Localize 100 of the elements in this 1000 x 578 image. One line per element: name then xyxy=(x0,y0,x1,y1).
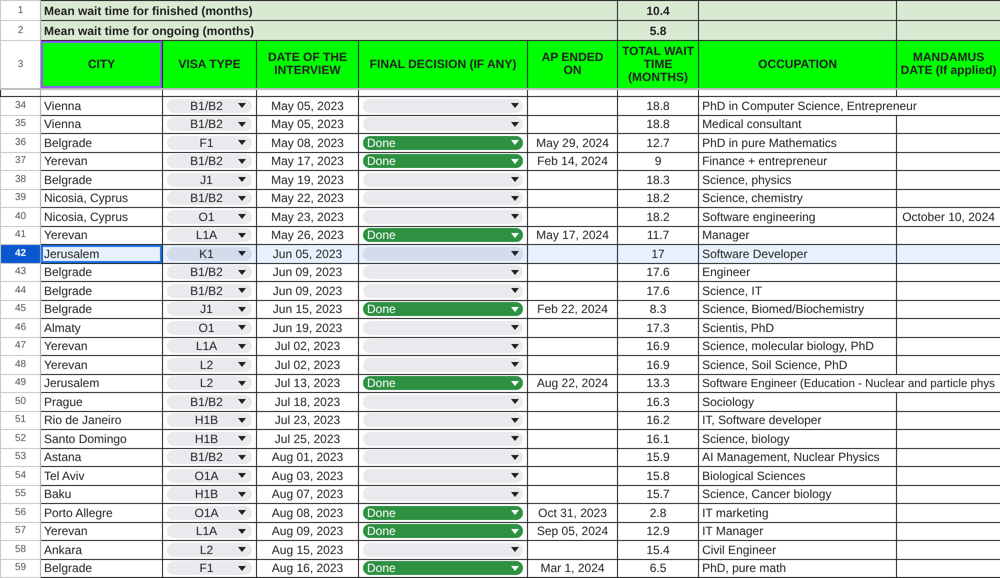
caret-icon xyxy=(238,547,246,552)
visa-type-dropdown[interactable]: B1/B2 xyxy=(167,98,252,113)
row-number[interactable]: 43 xyxy=(0,263,40,282)
visa-type-dropdown[interactable]: L2 xyxy=(167,542,252,557)
row-number[interactable]: 40 xyxy=(0,208,40,226)
table-cell: Civil Engineer xyxy=(702,542,776,557)
table-cell: 16.3 xyxy=(646,394,670,409)
visa-type-dropdown[interactable]: B1/B2 xyxy=(167,191,252,206)
decision-dropdown[interactable] xyxy=(363,413,523,428)
decision-dropdown[interactable] xyxy=(363,394,523,409)
visa-type-dropdown[interactable]: L1A xyxy=(167,339,252,354)
visa-type-dropdown[interactable]: L2 xyxy=(167,376,252,390)
decision-dropdown[interactable]: Done xyxy=(363,561,523,576)
decision-dropdown[interactable] xyxy=(363,450,523,464)
visa-type-dropdown[interactable]: F1 xyxy=(167,136,252,150)
column-header[interactable]: DATE OF THE INTERVIEW xyxy=(256,40,358,88)
table-cell: Sociology xyxy=(702,394,754,409)
decision-dropdown[interactable] xyxy=(363,432,523,446)
visa-type-dropdown[interactable]: B1/B2 xyxy=(167,117,252,132)
decision-dropdown[interactable] xyxy=(363,265,523,280)
visa-type-dropdown[interactable]: J1 xyxy=(167,302,252,316)
decision-dropdown[interactable] xyxy=(363,339,523,354)
visa-type-dropdown[interactable]: B1/B2 xyxy=(167,450,252,464)
row-number[interactable]: 57 xyxy=(0,522,40,540)
decision-dropdown[interactable]: Done xyxy=(363,524,523,538)
row-number[interactable]: 44 xyxy=(0,282,40,300)
decision-dropdown[interactable] xyxy=(363,117,523,132)
visa-type-dropdown[interactable]: K1 xyxy=(167,246,252,261)
row-number[interactable]: 51 xyxy=(0,411,40,430)
column-header[interactable]: OCCUPATION xyxy=(698,40,897,88)
table-cell: May 17, 2023 xyxy=(271,154,344,168)
column-header[interactable]: MANDAMUS DATE (If applied) xyxy=(896,40,1000,88)
table-cell: Software Developer xyxy=(702,246,808,261)
row-number[interactable]: 38 xyxy=(0,170,40,189)
decision-dropdown[interactable] xyxy=(363,210,523,224)
table-cell: 18.2 xyxy=(646,210,670,224)
column-header[interactable]: FINAL DECISION (IF ANY) xyxy=(358,40,528,88)
row-number[interactable]: 49 xyxy=(0,374,40,392)
table-cell: Jul 25, 2023 xyxy=(274,432,340,446)
decision-dropdown[interactable] xyxy=(363,191,523,206)
visa-type-dropdown[interactable]: O1 xyxy=(167,210,252,224)
decision-dropdown[interactable] xyxy=(363,98,523,113)
row-number[interactable]: 2 xyxy=(0,20,40,40)
visa-type-dropdown[interactable]: B1/B2 xyxy=(167,154,252,168)
row-number[interactable]: 46 xyxy=(0,318,40,337)
visa-type-dropdown[interactable]: H1B xyxy=(167,413,252,428)
row-number[interactable]: 35 xyxy=(0,115,40,134)
row-number[interactable]: 34 xyxy=(0,96,40,115)
decision-dropdown[interactable]: Done xyxy=(363,376,523,390)
decision-dropdown[interactable] xyxy=(363,320,523,335)
decision-dropdown[interactable]: Done xyxy=(363,136,523,150)
visa-type-dropdown[interactable]: B1/B2 xyxy=(167,394,252,409)
decision-dropdown[interactable] xyxy=(363,358,523,372)
decision-dropdown[interactable]: Done xyxy=(363,228,523,242)
visa-type-dropdown[interactable]: L2 xyxy=(167,358,252,372)
row-number[interactable]: 54 xyxy=(0,466,40,485)
visa-type-dropdown[interactable]: O1 xyxy=(167,320,252,335)
decision-dropdown[interactable] xyxy=(363,246,523,261)
visa-type-dropdown[interactable]: H1B xyxy=(167,487,252,502)
row-number[interactable]: 58 xyxy=(0,540,40,559)
row-number[interactable]: 53 xyxy=(0,448,40,466)
row-number[interactable]: 48 xyxy=(0,356,40,374)
caret-icon xyxy=(511,362,519,368)
visa-type-dropdown[interactable]: B1/B2 xyxy=(167,265,252,280)
decision-dropdown[interactable]: Done xyxy=(363,154,523,168)
decision-dropdown[interactable]: Done xyxy=(363,302,523,316)
row-number[interactable]: 1 xyxy=(0,0,40,20)
row-number[interactable]: 36 xyxy=(0,134,40,152)
decision-dropdown[interactable] xyxy=(363,487,523,502)
visa-type-dropdown[interactable]: J1 xyxy=(167,172,252,187)
column-header[interactable]: CITY xyxy=(40,40,162,88)
row-number[interactable]: 50 xyxy=(0,392,40,411)
row-number[interactable]: 45 xyxy=(0,300,40,318)
decision-dropdown[interactable]: Done xyxy=(363,506,523,520)
row-number[interactable]: 59 xyxy=(0,559,40,578)
row-number[interactable]: 42 xyxy=(0,244,40,263)
row-number[interactable]: 47 xyxy=(0,337,40,356)
visa-type-dropdown[interactable]: F1 xyxy=(167,561,252,576)
visa-type-dropdown[interactable]: O1A xyxy=(167,506,252,520)
table-cell: Rio de Janeiro xyxy=(44,413,122,428)
row-number[interactable]: 39 xyxy=(0,189,40,208)
column-header[interactable]: AP ENDED ON xyxy=(528,40,618,88)
row-number[interactable]: 55 xyxy=(0,485,40,504)
visa-type-dropdown[interactable]: L1A xyxy=(167,228,252,242)
row-number[interactable]: 37 xyxy=(0,152,40,170)
row-number[interactable]: 41 xyxy=(0,226,40,244)
column-header[interactable]: TOTAL WAIT TIME (MONTHS) xyxy=(618,40,699,88)
row-number[interactable]: 3 xyxy=(0,40,40,88)
row-number[interactable]: 56 xyxy=(0,504,40,522)
row-number[interactable]: 52 xyxy=(0,430,40,448)
decision-dropdown[interactable] xyxy=(363,468,523,483)
visa-type-dropdown[interactable]: B1/B2 xyxy=(167,284,252,298)
caret-icon xyxy=(238,158,246,164)
decision-dropdown[interactable] xyxy=(363,172,523,187)
visa-type-dropdown[interactable]: L1A xyxy=(167,524,252,538)
decision-dropdown[interactable] xyxy=(363,284,523,298)
visa-type-dropdown[interactable]: O1A xyxy=(167,468,252,483)
column-header[interactable]: VISA TYPE xyxy=(162,40,256,88)
decision-dropdown[interactable] xyxy=(363,542,523,557)
visa-type-dropdown[interactable]: H1B xyxy=(167,432,252,446)
